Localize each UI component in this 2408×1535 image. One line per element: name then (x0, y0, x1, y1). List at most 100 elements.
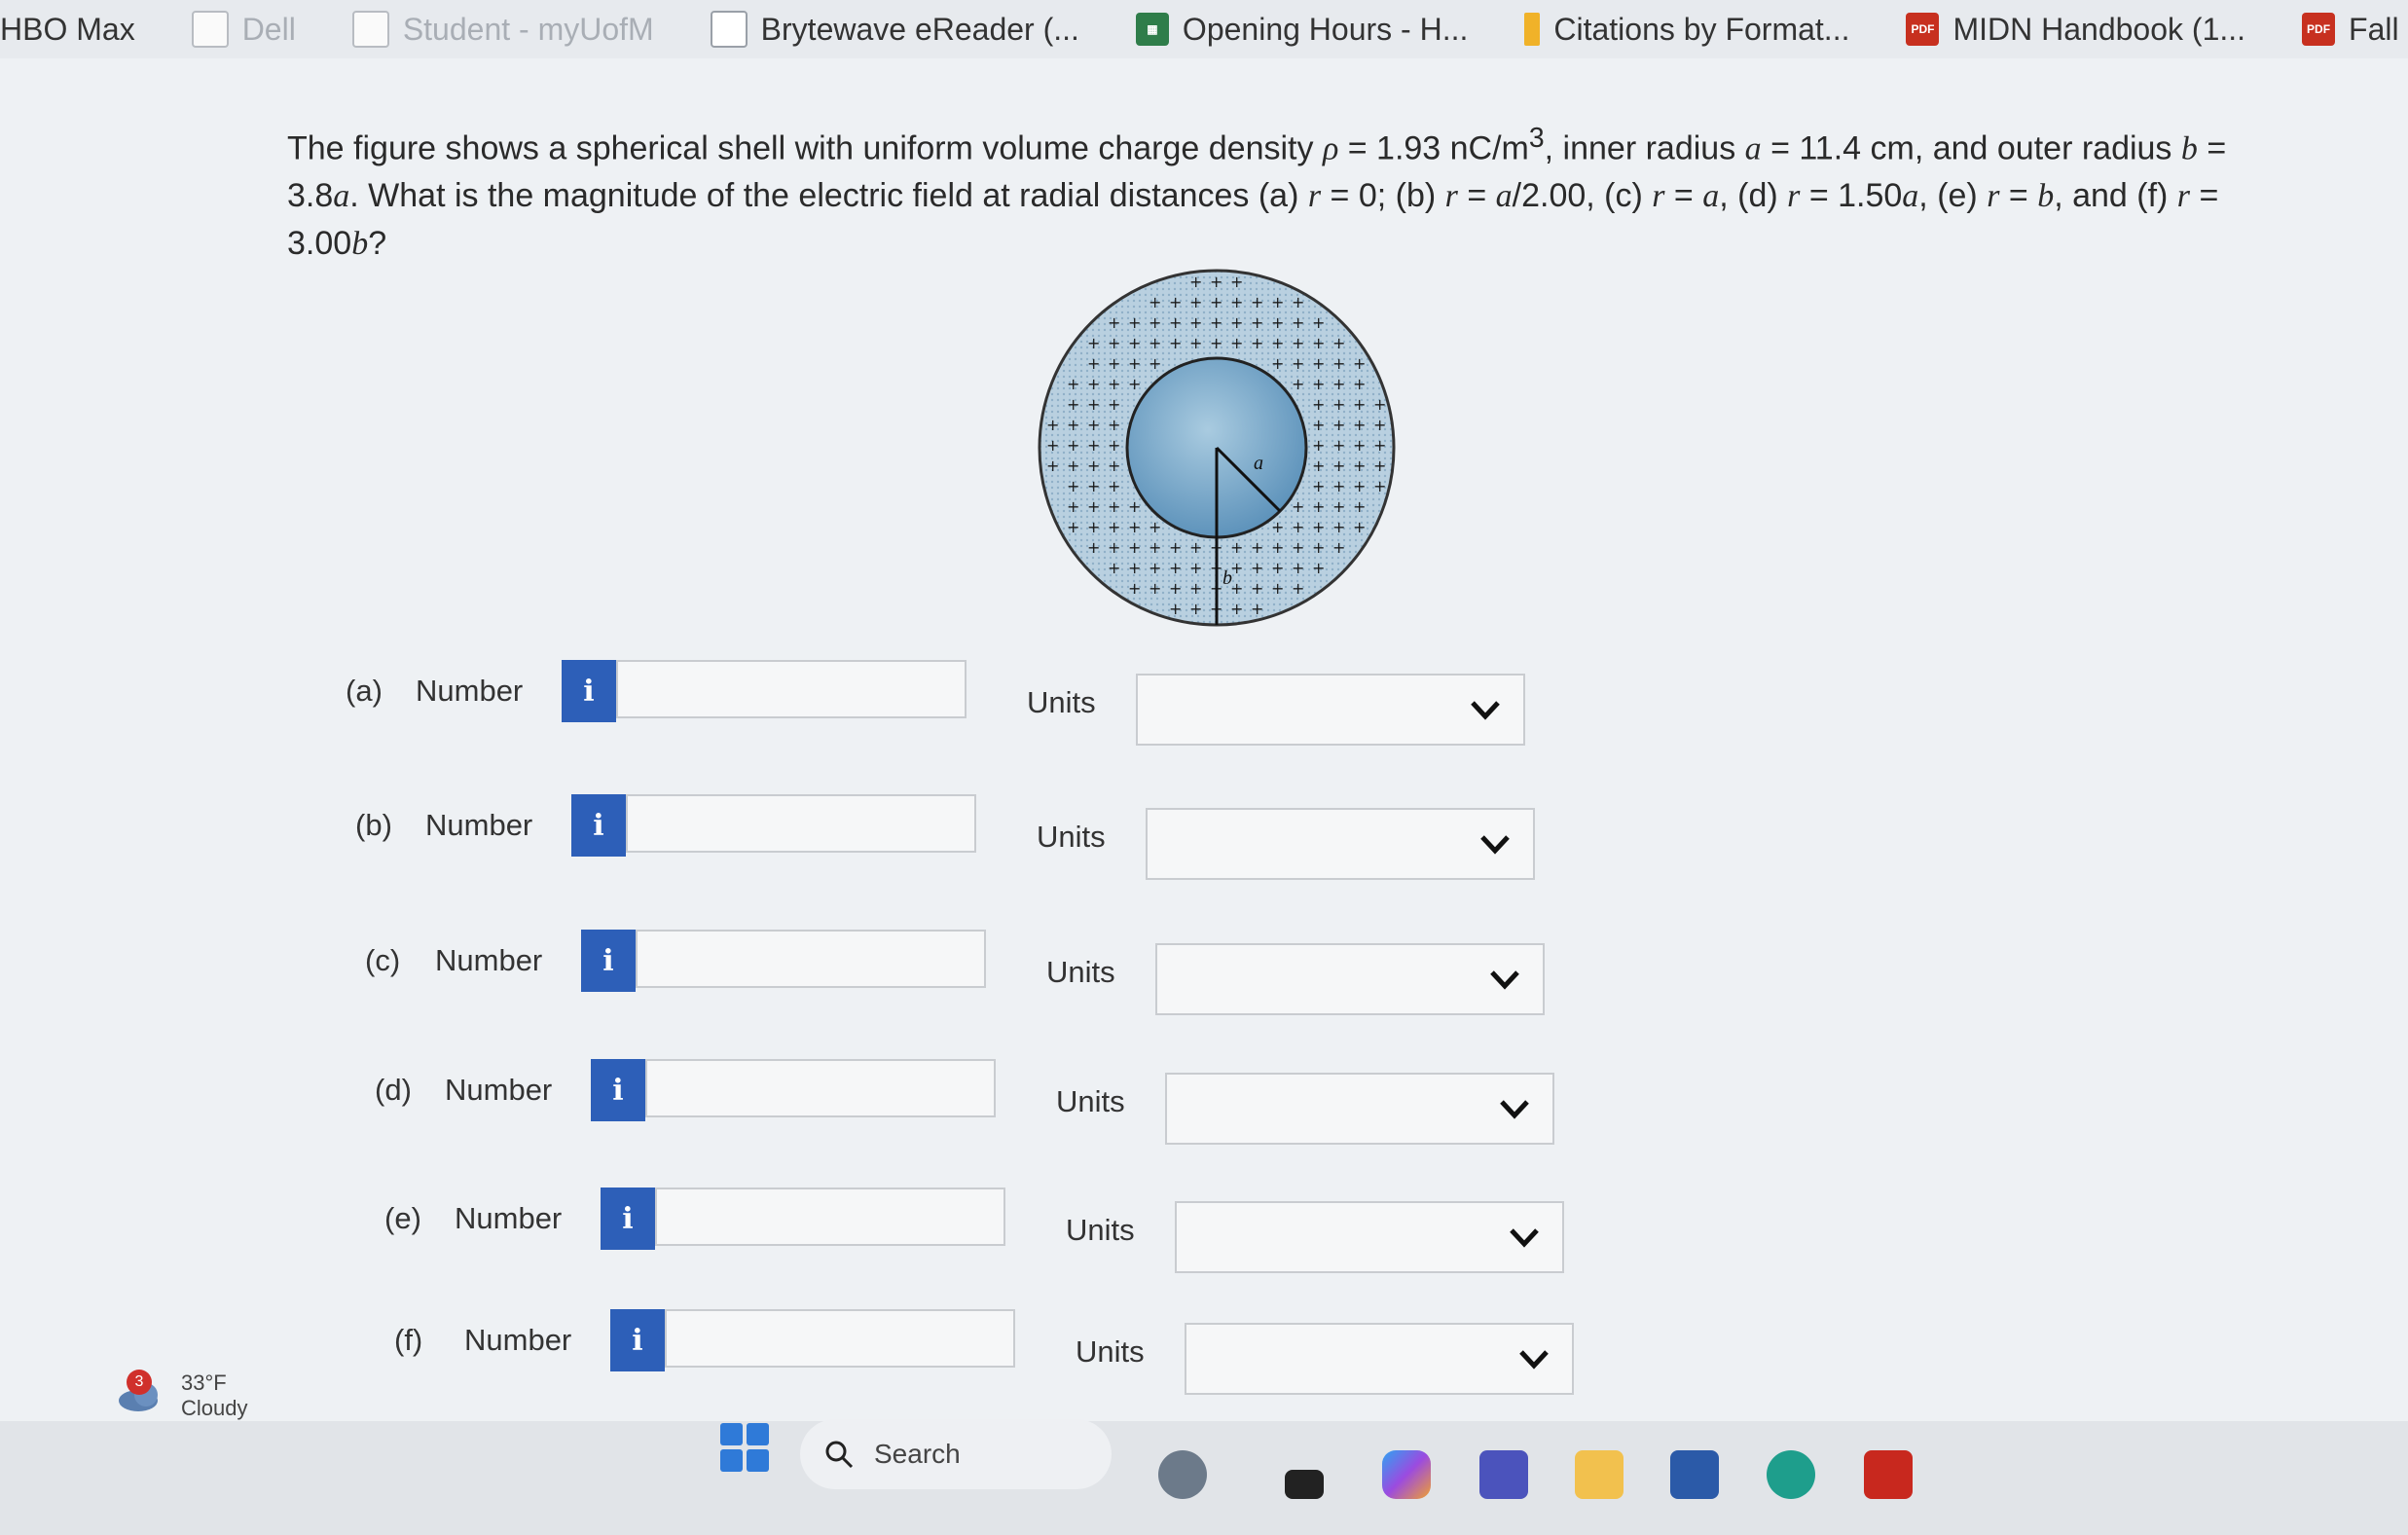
bookmark-citations[interactable]: Citations by Format... (1524, 12, 1849, 48)
acrobat-icon[interactable] (1864, 1450, 1913, 1499)
number-input[interactable] (626, 794, 976, 853)
plus-sign: + (1271, 354, 1284, 373)
plus-sign: + (1149, 559, 1161, 577)
info-button[interactable]: i (581, 930, 636, 992)
chevron-down-icon (1471, 701, 1500, 720)
plus-sign: + (1169, 559, 1182, 577)
plus-sign: + (1353, 457, 1366, 475)
plus-sign: + (1128, 354, 1141, 373)
bookmark-label: Opening Hours - H... (1182, 11, 1469, 47)
units-dropdown[interactable] (1175, 1201, 1564, 1273)
plus-sign: + (1230, 538, 1243, 557)
units-dropdown[interactable] (1136, 674, 1525, 746)
plus-sign: + (1251, 559, 1263, 577)
bookmark-dell[interactable]: Dell (191, 11, 296, 48)
plus-sign: + (1332, 538, 1345, 557)
plus-sign: + (1312, 416, 1325, 434)
weather-widget[interactable]: 3 33°F Cloudy (117, 1370, 247, 1421)
plus-sign: + (1189, 273, 1202, 291)
plus-sign: + (1108, 518, 1120, 536)
pdf-icon: PDF (2302, 13, 2336, 46)
plus-sign: + (1230, 579, 1243, 598)
bookmark-hbo-max[interactable]: HBO Max (0, 12, 135, 48)
number-input[interactable] (645, 1059, 996, 1117)
plus-sign: + (1332, 416, 1345, 434)
bookmark-fall-2022-sop[interactable]: PDF Fall 2022 SOP (2302, 12, 2408, 48)
plus-sign: + (1271, 334, 1284, 352)
bookmark-midn-handbook[interactable]: PDF MIDN Handbook (1... (1906, 12, 2245, 48)
chevron-down-icon (1490, 970, 1519, 990)
notification-badge: 3 (127, 1370, 152, 1395)
units-label: Units (1076, 1334, 1145, 1369)
units-dropdown[interactable] (1146, 808, 1535, 880)
copilot-icon[interactable] (1382, 1450, 1431, 1499)
info-button[interactable]: i (562, 660, 616, 722)
plus-sign: + (1189, 600, 1202, 618)
plus-sign: + (1128, 334, 1141, 352)
plus-sign: + (1128, 579, 1141, 598)
plus-sign: + (1189, 579, 1202, 598)
bookmark-label: Citations by Format... (1553, 11, 1850, 47)
plus-sign: + (1087, 518, 1100, 536)
units-label: Units (1056, 1084, 1125, 1118)
file-explorer-icon[interactable] (1575, 1450, 1624, 1499)
bookmark-label: Fall 2022 SOP (2349, 11, 2408, 47)
plus-sign: + (1373, 436, 1386, 455)
answer-row-e: (e) Number i Units (384, 1188, 1601, 1273)
plus-sign: + (1067, 395, 1079, 414)
part-label: (b) (355, 808, 392, 842)
teams-icon[interactable] (1479, 1450, 1528, 1499)
plus-sign: + (1332, 477, 1345, 495)
number-input[interactable] (616, 660, 967, 718)
document-icon (710, 11, 748, 48)
chevron-down-icon (1510, 1228, 1539, 1248)
task-view-icon[interactable] (1285, 1470, 1324, 1499)
plus-sign: + (1108, 436, 1120, 455)
plus-sign: + (1373, 416, 1386, 434)
taskbar-search[interactable]: Search (800, 1419, 1112, 1489)
info-button[interactable]: i (571, 794, 626, 857)
info-icon: i (612, 1073, 624, 1108)
units-dropdown[interactable] (1185, 1323, 1574, 1395)
plus-sign: + (1087, 497, 1100, 516)
cloud-icon: 3 (117, 1370, 169, 1412)
plus-sign: + (1210, 334, 1222, 352)
plus-sign: + (1169, 334, 1182, 352)
plus-sign: + (1189, 559, 1202, 577)
plus-sign: + (1087, 334, 1100, 352)
edge-icon[interactable] (1767, 1450, 1815, 1499)
plus-sign: + (1169, 313, 1182, 332)
bookmark-brytewave[interactable]: Brytewave eReader (... (710, 11, 1079, 48)
plus-sign: + (1108, 354, 1120, 373)
number-input[interactable] (636, 930, 986, 988)
word-icon[interactable] (1670, 1450, 1719, 1499)
plus-sign: + (1332, 395, 1345, 414)
plus-sign: + (1312, 395, 1325, 414)
plus-sign: + (1230, 559, 1243, 577)
units-dropdown[interactable] (1165, 1073, 1554, 1145)
info-button[interactable]: i (601, 1188, 655, 1250)
info-button[interactable]: i (610, 1309, 665, 1371)
calendar-icon: ▦ (1135, 13, 1169, 46)
number-input[interactable] (665, 1309, 1015, 1368)
plus-sign: + (1067, 477, 1079, 495)
plus-sign: + (1189, 334, 1202, 352)
plus-sign: + (1108, 395, 1120, 414)
plus-sign: + (1087, 354, 1100, 373)
widgets-app-icon[interactable] (1158, 1450, 1207, 1499)
plus-sign: + (1046, 457, 1059, 475)
number-input[interactable] (655, 1188, 1005, 1246)
question-text: The figure shows a spherical shell with … (287, 123, 2227, 263)
plus-sign: + (1046, 416, 1059, 434)
bookmark-student-myuofm[interactable]: Student - myUofM (351, 11, 654, 48)
plus-sign: + (1312, 334, 1325, 352)
info-button[interactable]: i (591, 1059, 645, 1121)
plus-sign: + (1292, 559, 1304, 577)
bookmarks-bar: HBO Max Dell Student - myUofM Brytewave … (0, 0, 2408, 58)
windows-start-icon[interactable] (720, 1423, 769, 1472)
plus-sign: + (1128, 313, 1141, 332)
plus-sign: + (1251, 334, 1263, 352)
bookmark-opening-hours[interactable]: ▦ Opening Hours - H... (1135, 11, 1469, 48)
part-label: (a) (346, 674, 383, 708)
units-dropdown[interactable] (1155, 943, 1545, 1015)
